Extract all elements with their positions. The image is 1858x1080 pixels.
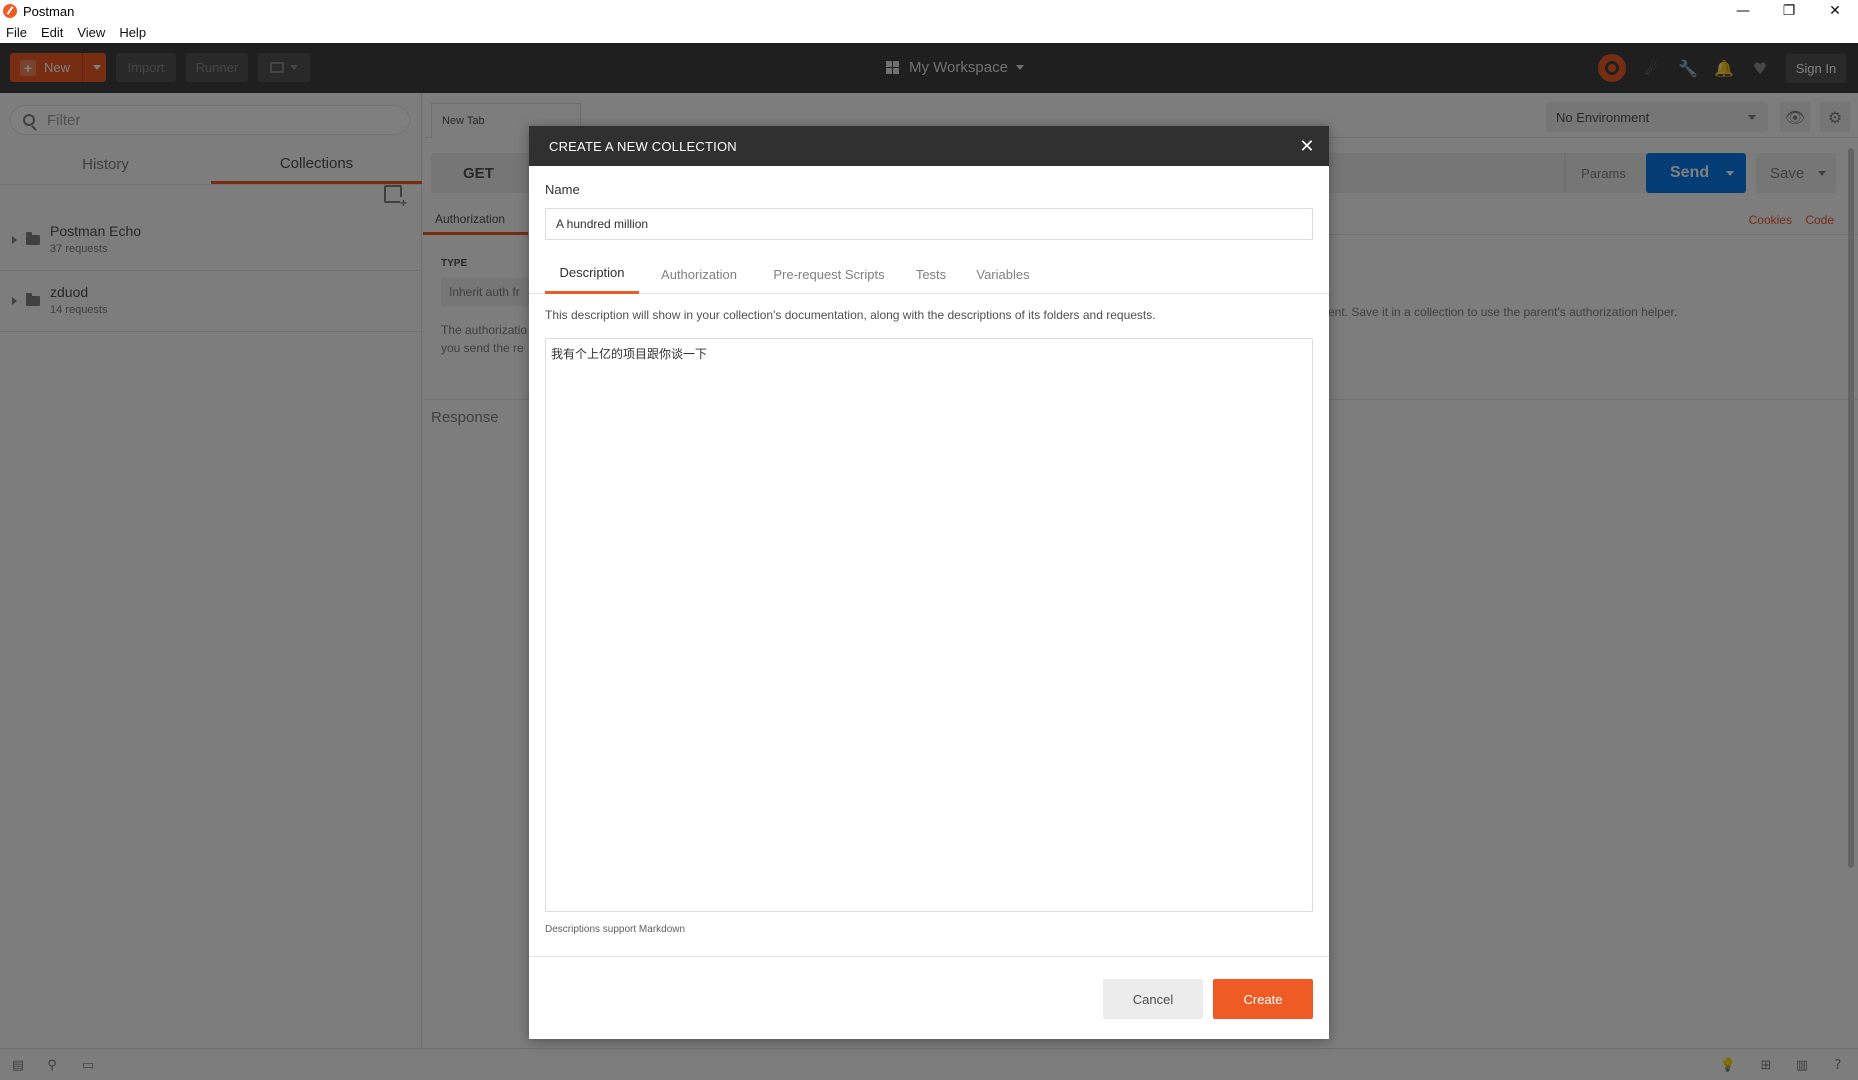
modal-header: CREATE A NEW COLLECTION ✕ [529, 126, 1329, 166]
collection-name-input[interactable] [545, 208, 1313, 240]
maximize-button[interactable]: ❐ [1766, 0, 1812, 22]
minimize-button[interactable]: — [1720, 0, 1766, 22]
close-icon[interactable]: ✕ [1295, 134, 1319, 158]
menu-bar: File Edit View Help [0, 22, 1858, 43]
description-info: This description will show in your colle… [545, 308, 1156, 322]
tab-description[interactable]: Description [545, 254, 639, 294]
window-controls: — ❐ ✕ [1720, 0, 1858, 22]
menu-edit[interactable]: Edit [41, 25, 63, 40]
tab-variables[interactable]: Variables [963, 254, 1043, 294]
window-titlebar: Postman — ❐ ✕ [0, 0, 1858, 22]
tab-pre-request-scripts[interactable]: Pre-request Scripts [759, 254, 899, 294]
create-button[interactable]: Create [1213, 979, 1313, 1019]
modal-footer-divider [529, 956, 1329, 957]
markdown-note: Descriptions support Markdown [545, 924, 686, 935]
create-collection-modal: CREATE A NEW COLLECTION ✕ Name Descripti… [529, 126, 1329, 1039]
description-textarea[interactable]: 我有个上亿的项目跟你谈一下 [545, 338, 1313, 912]
modal-title: CREATE A NEW COLLECTION [549, 138, 737, 154]
close-window-button[interactable]: ✕ [1812, 0, 1858, 22]
tab-tests[interactable]: Tests [907, 254, 955, 294]
menu-view[interactable]: View [77, 25, 105, 40]
window-title: Postman [23, 3, 75, 19]
menu-file[interactable]: File [6, 25, 27, 40]
name-label: Name [545, 182, 580, 197]
menu-help[interactable]: Help [119, 25, 146, 40]
modal-tabs: Description Authorization Pre-request Sc… [529, 254, 1329, 294]
postman-logo-icon [3, 4, 17, 18]
cancel-button[interactable]: Cancel [1103, 979, 1203, 1019]
tab-authorization[interactable]: Authorization [647, 254, 751, 294]
